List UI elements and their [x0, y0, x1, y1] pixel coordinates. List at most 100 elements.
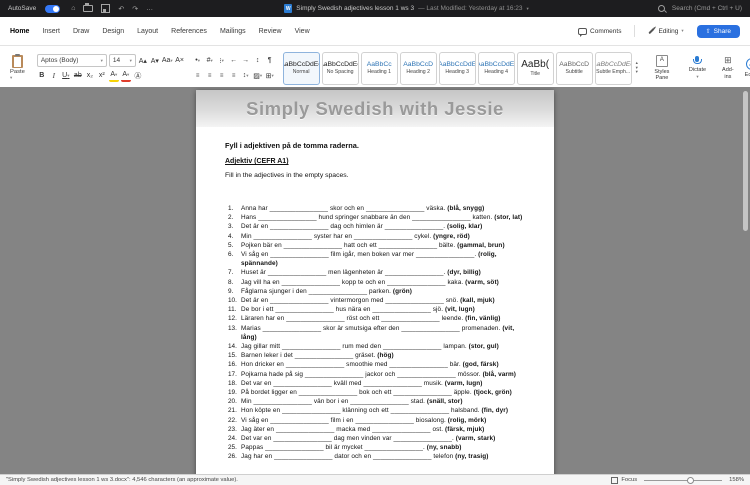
subscript-button[interactable]: x₂ — [85, 70, 95, 81]
align-left-button[interactable]: ≡ — [193, 70, 203, 81]
tab-review[interactable]: Review — [259, 28, 282, 35]
home-icon[interactable]: ⌂ — [71, 5, 75, 12]
borders-button[interactable]: ⊞▾ — [265, 70, 275, 81]
tab-draw[interactable]: Draw — [73, 28, 89, 35]
status-bar: "Simply Swedish adjectives lesson 1 ws 3… — [0, 474, 750, 485]
style-title[interactable]: AaBb(Title — [517, 52, 554, 85]
zoom-level[interactable]: 158% — [729, 477, 744, 483]
item-number: 22. — [228, 416, 241, 425]
superscript-button[interactable]: x² — [97, 70, 107, 81]
autosave-toggle[interactable] — [45, 5, 60, 13]
editor-button[interactable]: Editor — [741, 48, 750, 88]
save-icon[interactable] — [101, 4, 110, 13]
window-title[interactable]: W Simply Swedish adjectives lesson 1 ws … — [284, 4, 528, 13]
style-preview: AaBbCcD — [559, 61, 589, 68]
tab-mailings[interactable]: Mailings — [220, 28, 246, 35]
bullets-button[interactable]: •▾ — [193, 55, 203, 66]
tab-insert[interactable]: Insert — [42, 28, 60, 35]
item-number: 13. — [228, 324, 241, 342]
shading-button[interactable]: ▨▾ — [253, 70, 263, 81]
align-center-button[interactable]: ≡ — [205, 70, 215, 81]
add-ins-button[interactable]: ⊞ Add-ins — [718, 48, 738, 88]
search-label: Search (Cmd + Ctrl + U) — [672, 5, 742, 12]
highlight-color-button[interactable]: A▾ — [109, 69, 119, 82]
item-hint: (stor, lat) — [494, 214, 522, 221]
styles-gallery-scroll[interactable]: ▴ ▾ ▾ — [635, 48, 639, 88]
word-doc-icon: W — [284, 4, 292, 13]
tab-view[interactable]: View — [295, 28, 310, 35]
grow-font-button[interactable]: A▴ — [138, 55, 148, 66]
item-text: Det var en ________________ dag men vind… — [241, 434, 524, 443]
tab-layout[interactable]: Layout — [137, 28, 158, 35]
clear-formatting-button[interactable]: A× — [175, 55, 185, 66]
document-title-text: Simply Swedish adjectives lesson 1 ws 3 — [296, 5, 414, 12]
item-text: Hon dricker en ________________ smoothie… — [241, 360, 524, 369]
word-app: AutoSave ⌂ ↶ ↷ … W Simply Swedish adject… — [0, 0, 750, 485]
item-text: Hon köpte en ________________ klänning o… — [241, 406, 524, 415]
bold-button[interactable]: B — [37, 70, 47, 81]
style-normal[interactable]: AaBbCcDdEeNormal — [283, 52, 320, 85]
style-heading-3[interactable]: AaBbCcDdEHeading 3 — [439, 52, 476, 85]
scrollbar-thumb[interactable] — [743, 91, 748, 231]
share-button[interactable]: ⇧ Share — [697, 25, 740, 38]
decrease-indent-button[interactable]: ← — [229, 55, 239, 66]
item-number: 7. — [228, 268, 241, 277]
line-spacing-button[interactable]: ↕▾ — [241, 70, 251, 81]
strikethrough-button[interactable]: ab — [73, 70, 83, 81]
exercise-item: 25.Pappas ________________ bil är mycket… — [228, 443, 524, 452]
autosave-label: AutoSave — [8, 5, 36, 12]
editing-mode-button[interactable]: Editing ▾ — [643, 26, 688, 37]
font-name-select[interactable]: Aptos (Body)▾ — [37, 54, 107, 67]
style-no-spacing[interactable]: AaBbCcDdEeNo Spacing — [322, 52, 359, 85]
page-body[interactable]: Fyll i adjektiven på de tomma raderna. A… — [196, 141, 554, 462]
style-heading-1[interactable]: AaBbCcHeading 1 — [361, 52, 398, 85]
style-heading-2[interactable]: AaBbCcDHeading 2 — [400, 52, 437, 85]
item-hint: (grön) — [393, 288, 412, 295]
item-text: På bordet ligger en ________________ bok… — [241, 388, 524, 397]
undo-icon[interactable]: ↶ — [118, 5, 124, 13]
document-canvas[interactable]: Simply Swedish with Jessie Fyll i adjekt… — [0, 87, 750, 475]
style-label: Subtitle — [566, 69, 583, 75]
style-subtle-emph-[interactable]: AaBbCcDdEeSubtle Emph... — [595, 52, 632, 85]
font-color-button[interactable]: A▾ — [121, 69, 131, 82]
justify-button[interactable]: ≡ — [229, 70, 239, 81]
document-page[interactable]: Simply Swedish with Jessie Fyll i adjekt… — [196, 90, 554, 475]
comments-button[interactable]: Comments — [573, 26, 626, 37]
exercise-item: 15.Barnen leker i det ________________ g… — [228, 351, 524, 360]
increase-indent-button[interactable]: → — [241, 55, 251, 66]
numbering-button[interactable]: #▾ — [205, 55, 215, 66]
styles-pane-button[interactable]: A Styles Pane — [647, 48, 677, 88]
focus-button[interactable]: Focus — [611, 477, 637, 484]
font-size-select[interactable]: 14▾ — [109, 54, 136, 67]
search-box[interactable]: Search (Cmd + Ctrl + U) — [658, 5, 742, 12]
dictate-button[interactable]: Dictate ▾ — [685, 48, 710, 88]
zoom-slider-knob[interactable] — [687, 477, 694, 484]
redo-icon[interactable]: ↷ — [132, 5, 138, 13]
shrink-font-button[interactable]: A▾ — [150, 55, 160, 66]
align-right-button[interactable]: ≡ — [217, 70, 227, 81]
item-text: Det var en ________________ kväll med __… — [241, 379, 524, 388]
character-shading-button[interactable]: Ⓐ — [133, 70, 143, 81]
sort-button[interactable]: ↕ — [253, 55, 263, 66]
add-ins-icon: ⊞ — [724, 56, 732, 65]
paste-button[interactable]: Paste ▾ — [6, 55, 29, 81]
tab-home[interactable]: Home — [10, 28, 29, 35]
style-subtitle[interactable]: AaBbCcDSubtitle — [556, 52, 593, 85]
underline-button[interactable]: U▾ — [61, 70, 71, 81]
change-case-button[interactable]: Aa▾ — [162, 55, 173, 66]
exercise-item: 2.Hans ________________ hund springer sn… — [228, 213, 524, 222]
show-paragraph-marks-button[interactable]: ¶ — [265, 55, 275, 66]
more-commands-icon[interactable]: … — [146, 5, 153, 12]
dictate-label: Dictate — [689, 67, 706, 73]
zoom-slider[interactable] — [644, 480, 722, 481]
style-heading-4[interactable]: AaBbCcDdEfHeading 4 — [478, 52, 515, 85]
item-number: 25. — [228, 443, 241, 452]
tab-design[interactable]: Design — [102, 28, 124, 35]
multilevel-list-button[interactable]: ⁝▾ — [217, 55, 227, 66]
item-hint: (tjock, grön) — [474, 389, 512, 396]
style-label: Heading 4 — [484, 69, 508, 75]
item-hint: (gammal, brun) — [457, 242, 505, 249]
tab-references[interactable]: References — [171, 28, 207, 35]
print-icon[interactable] — [83, 5, 93, 12]
italic-button[interactable]: I — [49, 70, 59, 81]
